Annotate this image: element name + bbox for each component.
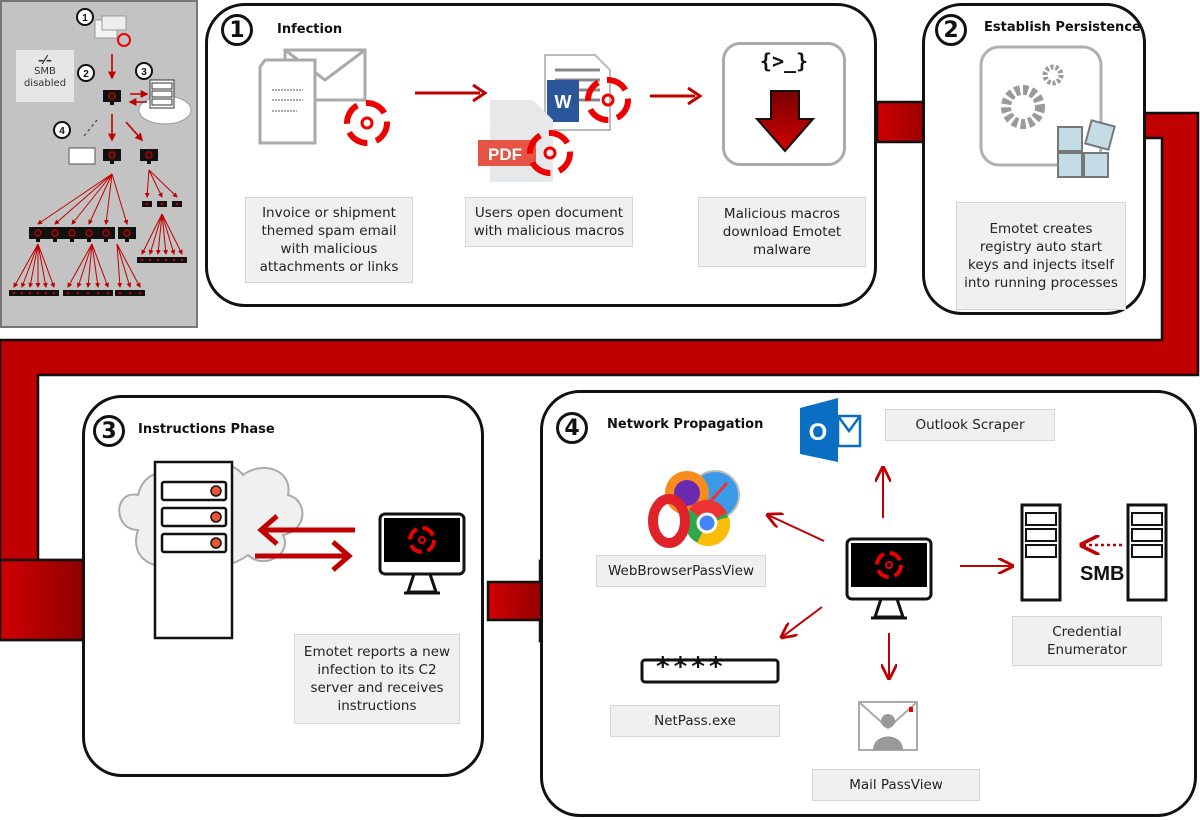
c2-communication-arrows xyxy=(255,514,355,572)
pdf-badge: PDF xyxy=(488,145,522,164)
netpass-label: NetPass.exe xyxy=(610,705,780,737)
gears-registry-icon xyxy=(979,45,1116,178)
phase-1-step-3-label: Malicious macros download Emotet malware xyxy=(698,197,866,267)
phase-1-step-1-label: Invoice or shipment themed spam email wi… xyxy=(245,197,413,283)
server-unit xyxy=(160,480,228,554)
browsers-icon xyxy=(648,470,740,548)
outlook-icon: O xyxy=(800,398,862,462)
servers-icon xyxy=(1020,503,1168,602)
phase-number-badge: 1 xyxy=(221,14,253,46)
biohazard-icon xyxy=(344,100,390,146)
infected-computer-icon xyxy=(845,537,933,620)
spam-email-icon xyxy=(258,48,390,146)
phase-number-badge: 4 xyxy=(556,412,588,444)
outlook-badge: O xyxy=(809,419,828,446)
phase-number-badge: 3 xyxy=(93,415,125,447)
webbrowserpassview-label: WebBrowserPassView xyxy=(596,555,766,587)
phase-2-step-label: Emotet creates registry auto start keys … xyxy=(956,202,1126,310)
download-icon: {>_} xyxy=(722,42,846,166)
phase-title: Establish Persistence xyxy=(984,20,1141,35)
outlook-scraper-label: Outlook Scraper xyxy=(885,409,1055,441)
infected-computer-icon xyxy=(378,512,466,595)
credential-enumerator-label: Credential Enumerator xyxy=(1012,616,1162,666)
word-badge: W xyxy=(555,92,572,112)
phase-title: Network Propagation xyxy=(607,417,764,432)
infected-documents-icon: W PDF xyxy=(478,54,631,182)
phase-number-badge: 2 xyxy=(935,14,967,46)
mail-user-icon xyxy=(858,701,918,751)
flow-arrow-icon xyxy=(650,86,703,106)
phase-1-step-2-label: Users open document with malicious macro… xyxy=(465,197,633,247)
phase-title: Infection xyxy=(277,22,343,37)
down-arrow-icon xyxy=(754,90,816,153)
phase-3-step-label: Emotet reports a new infection to its C2… xyxy=(294,634,460,724)
phase-title: Instructions Phase xyxy=(138,422,275,437)
smb-protocol-label: SMB xyxy=(1080,563,1125,585)
password-mask: **** xyxy=(655,652,726,682)
terminal-glyph: {>_} xyxy=(759,49,809,73)
mail-passview-label: Mail PassView xyxy=(812,769,980,801)
